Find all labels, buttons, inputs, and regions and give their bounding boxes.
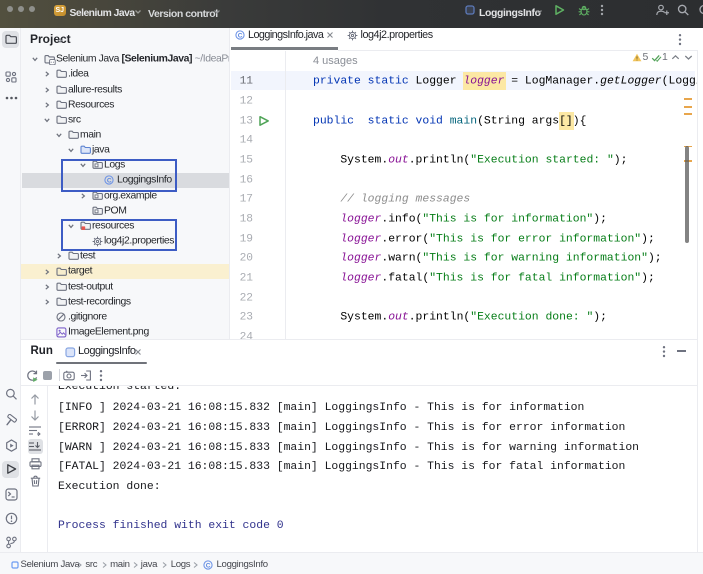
svg-text:C: C xyxy=(206,562,211,569)
svg-text:C: C xyxy=(238,32,243,39)
